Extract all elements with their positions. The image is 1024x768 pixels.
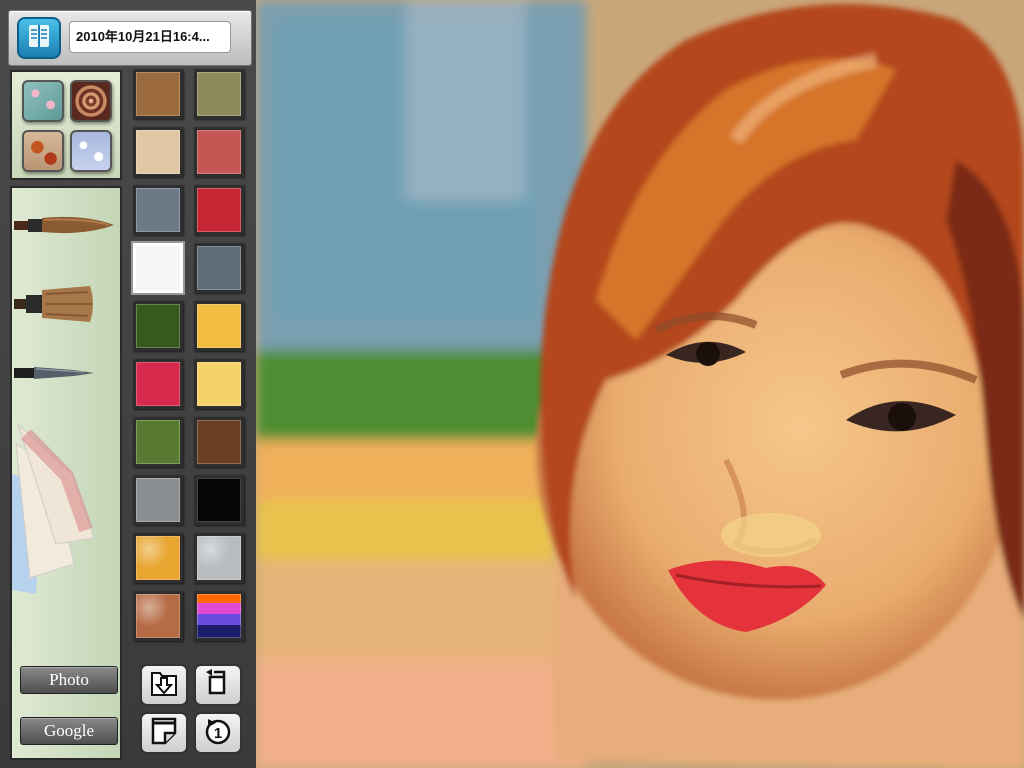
new-page-icon	[148, 715, 180, 752]
brush-tools: Photo Google	[10, 186, 122, 760]
color-swatch[interactable]	[194, 533, 244, 583]
color-swatch[interactable]	[194, 591, 244, 641]
color-swatch[interactable]	[133, 301, 183, 351]
tool-panel: 2010年10月21日16:4... Photo Google 1	[0, 0, 256, 768]
texture-picker	[10, 70, 122, 180]
color-swatch[interactable]	[194, 359, 244, 409]
painting-canvas[interactable]	[256, 0, 1024, 768]
save-button[interactable]	[140, 664, 188, 706]
color-swatch[interactable]	[194, 185, 244, 235]
svg-text:1: 1	[214, 725, 222, 742]
undo-button[interactable]: 1	[194, 712, 242, 754]
ammonite-texture[interactable]	[70, 80, 112, 122]
new-page-button[interactable]	[140, 712, 188, 754]
color-swatch[interactable]	[194, 417, 244, 467]
snowflakes-texture[interactable]	[70, 130, 112, 172]
color-swatch[interactable]	[133, 127, 183, 177]
color-swatch[interactable]	[133, 243, 183, 293]
color-swatch[interactable]	[194, 243, 244, 293]
paper-samples-tool[interactable]	[12, 414, 102, 594]
google-button[interactable]: Google	[20, 717, 118, 745]
color-swatch[interactable]	[133, 591, 183, 641]
flat-brush-tool[interactable]	[14, 284, 98, 324]
color-swatch[interactable]	[194, 475, 244, 525]
color-swatch[interactable]	[194, 69, 244, 119]
color-swatch[interactable]	[194, 127, 244, 177]
round-brush-tool[interactable]	[14, 210, 118, 240]
flowers-texture[interactable]	[22, 80, 64, 122]
color-swatch[interactable]	[133, 475, 183, 525]
save-download-icon	[148, 667, 180, 704]
color-swatch[interactable]	[133, 185, 183, 235]
color-swatch[interactable]	[133, 69, 183, 119]
autumn-leaves-texture[interactable]	[22, 130, 64, 172]
rotate-button[interactable]	[194, 664, 242, 706]
document-title-field[interactable]: 2010年10月21日16:4...	[69, 21, 231, 53]
book-icon	[25, 22, 53, 55]
color-swatch[interactable]	[194, 301, 244, 351]
color-swatch[interactable]	[133, 533, 183, 583]
library-button[interactable]	[17, 17, 61, 59]
pen-tool[interactable]	[14, 364, 96, 382]
panel-header: 2010年10月21日16:4...	[8, 10, 252, 66]
photo-button[interactable]: Photo	[20, 666, 118, 694]
rotate-icon	[202, 667, 234, 704]
color-swatch[interactable]	[133, 417, 183, 467]
color-swatch[interactable]	[133, 359, 183, 409]
undo-icon: 1	[202, 715, 234, 752]
